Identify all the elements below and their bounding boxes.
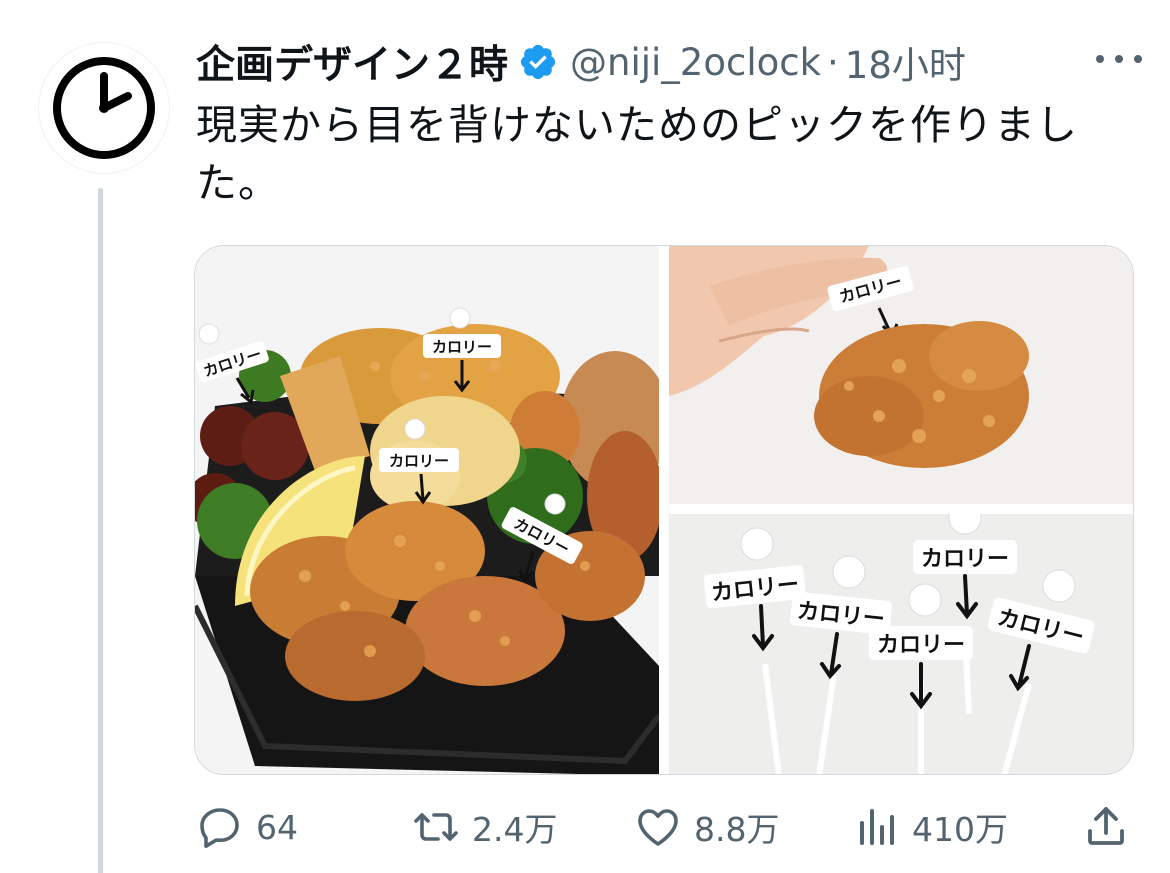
share-button[interactable] [1082,800,1130,854]
calorie-picks-photo: カロリー カロリー カロリー カロリー カロリー [669,514,1133,774]
photo-bento[interactable]: カロリー カロリー カロリー カロリー [195,246,659,774]
view-count: 410万 [912,810,1008,849]
svg-text:カロリー: カロリー [432,338,492,356]
analytics-icon [852,803,900,851]
retweet-icon [412,803,460,851]
avatar[interactable] [38,42,170,174]
verified-badge-icon[interactable] [518,42,558,82]
svg-text:カロリー: カロリー [877,633,965,658]
media-grid: カロリー カロリー カロリー カロリー カロリー カロリー カロリー カロリー … [194,245,1134,775]
tweet-text: 現実から目を背けないためのピックを作りました。 [196,101,1078,207]
karaage-pick-photo: カロリー [669,246,1133,504]
tweet-header: 企画デザイン２時 @niji_2oclock · 18小时 [196,36,1150,88]
reply-count: 64 [256,807,298,847]
timestamp[interactable]: 18小时 [845,35,966,89]
reply-button[interactable]: 64 [196,800,298,854]
like-button[interactable]: 8.8万 [634,800,779,854]
user-handle[interactable]: @niji_2oclock [570,41,821,84]
photo-picks[interactable]: カロリー カロリー カロリー カロリー カロリー [669,514,1133,774]
photo-karaage[interactable]: カロリー [669,246,1133,504]
reply-icon [196,803,244,851]
heart-icon [634,803,682,851]
separator-dot: · [827,40,839,84]
retweet-count: 2.4万 [472,810,558,849]
fried-food-bento-photo: カロリー カロリー カロリー カロリー [195,246,659,774]
views-button[interactable]: 410万 [852,800,1008,854]
action-bar: 64 2.4万 8.8万 410万 [196,800,1136,854]
svg-text:カロリー: カロリー [389,452,449,470]
retweet-button[interactable]: 2.4万 [412,800,557,854]
share-icon [1082,803,1130,851]
clock-icon [53,57,155,159]
more-options-icon[interactable] [1096,44,1142,74]
display-name[interactable]: 企画デザイン２時 [196,34,508,90]
svg-text:カロリー: カロリー [921,547,1009,572]
thread-line [98,188,103,873]
like-count: 8.8万 [694,810,780,849]
